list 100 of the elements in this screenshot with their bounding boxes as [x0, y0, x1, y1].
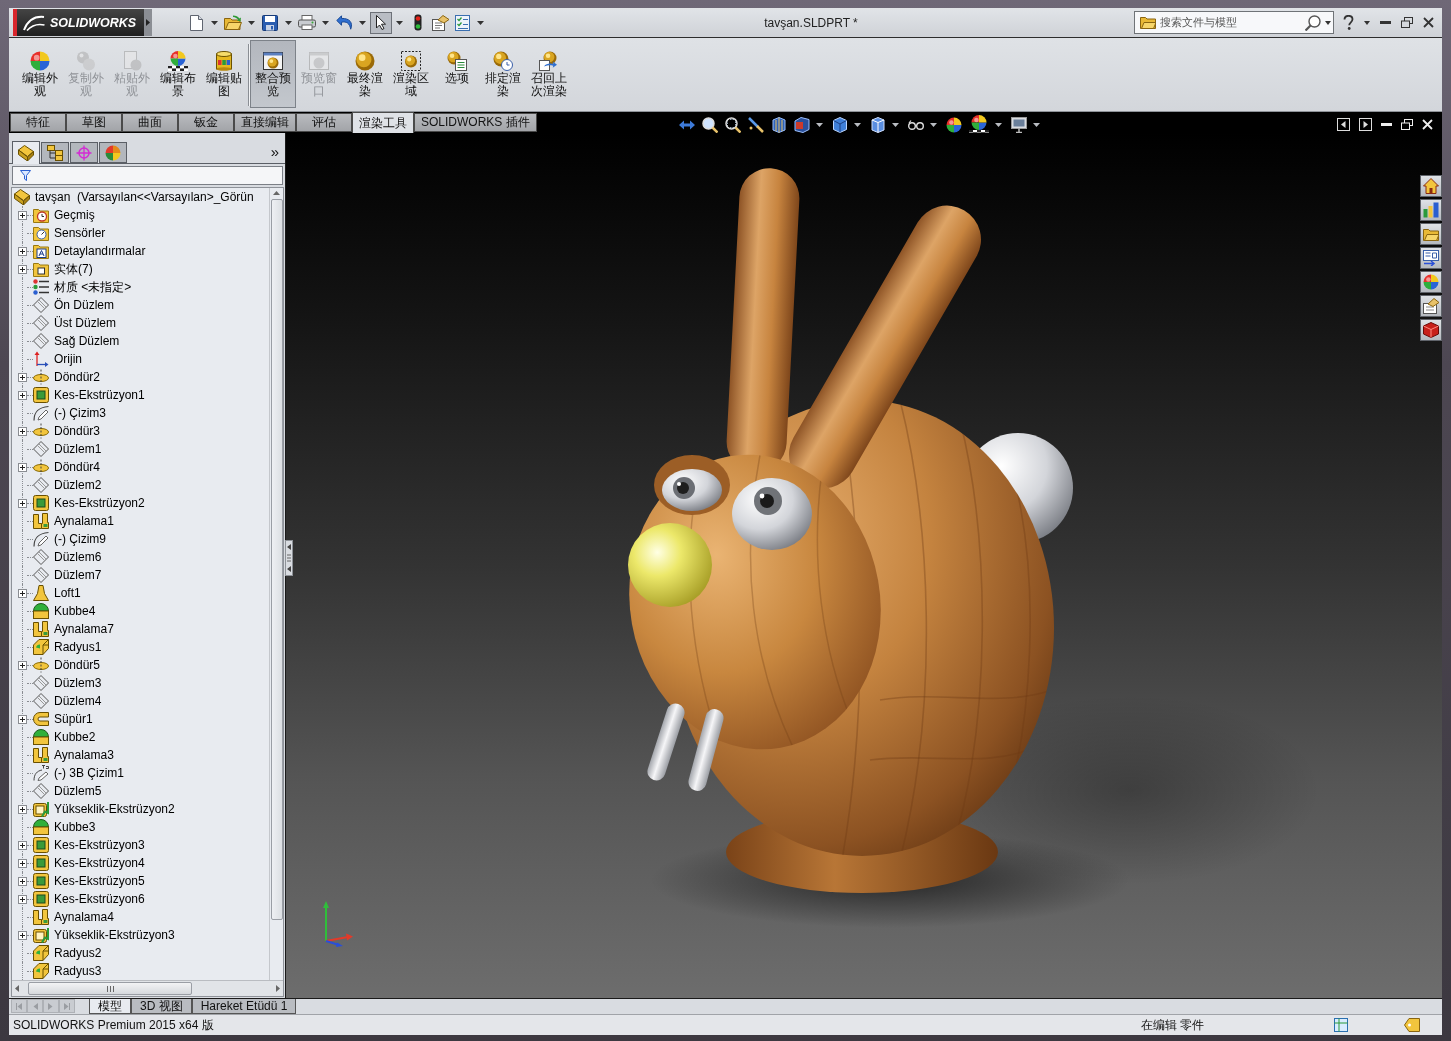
- panel-tab[interactable]: [70, 142, 98, 163]
- tree-item[interactable]: Kes-Ekstrüzyon6: [33, 890, 147, 908]
- tree-item[interactable]: tavşan (Varsayılan<<Varsayılan>_Görün: [14, 188, 256, 206]
- dropdown-arrow-icon[interactable]: [816, 122, 823, 127]
- command-tab[interactable]: 特征: [10, 113, 66, 132]
- tree-item[interactable]: (-) Çizim3: [33, 404, 108, 422]
- tree-item[interactable]: Aynalama3: [33, 746, 116, 764]
- scroll-right-icon[interactable]: [276, 985, 280, 992]
- select-button[interactable]: [370, 11, 392, 34]
- task-pane-tab[interactable]: [1420, 247, 1442, 269]
- tree-item[interactable]: (-) 3B Çizim1: [33, 764, 126, 782]
- restore-icon[interactable]: [1401, 17, 1413, 28]
- tree-item[interactable]: Döndür2: [33, 368, 103, 386]
- display-style-button[interactable]: [830, 115, 850, 134]
- scroll-left-icon[interactable]: [15, 985, 19, 992]
- expand-plus-icon[interactable]: [18, 246, 27, 256]
- expand-plus-icon[interactable]: [18, 714, 27, 724]
- expand-plus-icon[interactable]: [18, 660, 27, 670]
- tree-item[interactable]: Orijin: [33, 350, 84, 368]
- dropdown-arrow-icon[interactable]: [285, 20, 292, 25]
- ribbon-button[interactable]: 编辑外观: [17, 40, 63, 108]
- scroll-up-icon[interactable]: [273, 191, 280, 195]
- view-settings-button[interactable]: [1009, 115, 1029, 134]
- model-tab[interactable]: 模型: [89, 999, 131, 1014]
- ribbon-button[interactable]: 渲染区域: [388, 40, 434, 108]
- expand-plus-icon[interactable]: [18, 390, 27, 400]
- menu-expand-button[interactable]: [144, 9, 152, 36]
- grid-square-icon[interactable]: [1334, 1018, 1348, 1032]
- tree-item[interactable]: Radyus2: [33, 944, 104, 962]
- tree-item[interactable]: 材质 <未指定>: [33, 278, 134, 296]
- tree-item[interactable]: Düzlem6: [33, 548, 104, 566]
- tree-item[interactable]: Kes-Ekstrüzyon3: [33, 836, 147, 854]
- task-pane-tab[interactable]: [1420, 223, 1442, 245]
- dropdown-arrow-icon[interactable]: [930, 122, 937, 127]
- dropdown-arrow-icon[interactable]: [995, 122, 1002, 127]
- expand-plus-icon[interactable]: [18, 894, 27, 904]
- tree-item[interactable]: Kes-Ekstrüzyon1: [33, 386, 147, 404]
- scrollbar-thumb[interactable]: [270, 199, 283, 920]
- ribbon-button[interactable]: 召回上次渲染: [526, 40, 572, 108]
- expand-plus-icon[interactable]: [18, 930, 27, 940]
- expand-plus-icon[interactable]: [18, 804, 27, 814]
- zoom-fit-button[interactable]: [700, 115, 720, 134]
- tree-item[interactable]: Kubbe2: [33, 728, 98, 746]
- expand-plus-icon[interactable]: [18, 372, 27, 382]
- dropdown-arrow-icon[interactable]: [1325, 20, 1331, 25]
- dropdown-arrow-icon[interactable]: [1364, 20, 1370, 25]
- expand-plus-icon[interactable]: [18, 264, 27, 274]
- filter-field[interactable]: [12, 166, 283, 185]
- horizontal-scrollbar[interactable]: [12, 980, 283, 996]
- model-tab[interactable]: Hareket Etüdü 1: [191, 999, 297, 1014]
- tree-item[interactable]: Aynalama4: [33, 908, 116, 926]
- splitter-grip-icon[interactable]: [285, 540, 293, 576]
- dropdown-arrow-icon[interactable]: [322, 20, 329, 25]
- tree-item[interactable]: Düzlem2: [33, 476, 104, 494]
- tree-item[interactable]: Radyus1: [33, 638, 104, 656]
- panel-right-icon[interactable]: [1359, 118, 1372, 131]
- tree-item[interactable]: Süpür1: [33, 710, 95, 728]
- graphics-viewport[interactable]: [285, 133, 1442, 998]
- tree-item[interactable]: Loft1: [33, 584, 83, 602]
- tree-item[interactable]: Düzlem4: [33, 692, 104, 710]
- hide-show-button[interactable]: [868, 115, 888, 134]
- tree-item[interactable]: Kes-Ekstrüzyon5: [33, 872, 147, 890]
- dropdown-arrow-icon[interactable]: [477, 20, 484, 25]
- tree-item[interactable]: Yükseklik-Ekstrüzyon3: [33, 926, 177, 944]
- tree-item[interactable]: Sensörler: [33, 224, 108, 242]
- dropdown-arrow-icon[interactable]: [359, 20, 366, 25]
- command-tab[interactable]: 钣金: [178, 113, 234, 132]
- task-pane-tab[interactable]: [1420, 175, 1442, 197]
- tree-item[interactable]: Sağ Düzlem: [33, 332, 122, 350]
- expand-plus-icon[interactable]: [18, 462, 27, 472]
- ribbon-button[interactable]: 整合预览: [250, 40, 296, 108]
- expand-panel-button[interactable]: »: [268, 143, 281, 161]
- tree-item[interactable]: Yükseklik-Ekstrüzyon2: [33, 800, 177, 818]
- panel-tab[interactable]: [12, 141, 40, 164]
- tree-item[interactable]: Kes-Ekstrüzyon4: [33, 854, 147, 872]
- restore-icon[interactable]: [1401, 119, 1413, 130]
- search-field[interactable]: 搜索文件与模型: [1134, 11, 1334, 34]
- ribbon-button[interactable]: 最终渲染: [342, 40, 388, 108]
- tree-item[interactable]: Aynalama7: [33, 620, 116, 638]
- tree-item[interactable]: Döndür3: [33, 422, 103, 440]
- tree-item[interactable]: Detaylandırmalar: [33, 242, 148, 260]
- task-pane-tab[interactable]: [1420, 271, 1442, 293]
- tree-item[interactable]: Kubbe4: [33, 602, 98, 620]
- expand-plus-icon[interactable]: [18, 210, 27, 220]
- expand-plus-icon[interactable]: [18, 840, 27, 850]
- tree-item[interactable]: Kes-Ekstrüzyon2: [33, 494, 147, 512]
- tree-item[interactable]: 实体(7): [33, 260, 95, 278]
- dropdown-arrow-icon[interactable]: [854, 122, 861, 127]
- tree-item[interactable]: Ön Düzlem: [33, 296, 117, 314]
- appearance-button[interactable]: [944, 115, 964, 134]
- dropdown-arrow-icon[interactable]: [892, 122, 899, 127]
- tree-item[interactable]: (-) Çizim9: [33, 530, 108, 548]
- command-tab[interactable]: 草图: [66, 113, 122, 132]
- ribbon-button[interactable]: 选项: [434, 40, 480, 108]
- command-tab[interactable]: 直接编辑: [234, 113, 296, 132]
- scrollbar-thumb[interactable]: [28, 982, 192, 995]
- tree-item[interactable]: Radyus3: [33, 962, 104, 980]
- tag-icon[interactable]: [1404, 1018, 1420, 1032]
- command-tab[interactable]: 曲面: [122, 113, 178, 132]
- expand-plus-icon[interactable]: [18, 588, 27, 598]
